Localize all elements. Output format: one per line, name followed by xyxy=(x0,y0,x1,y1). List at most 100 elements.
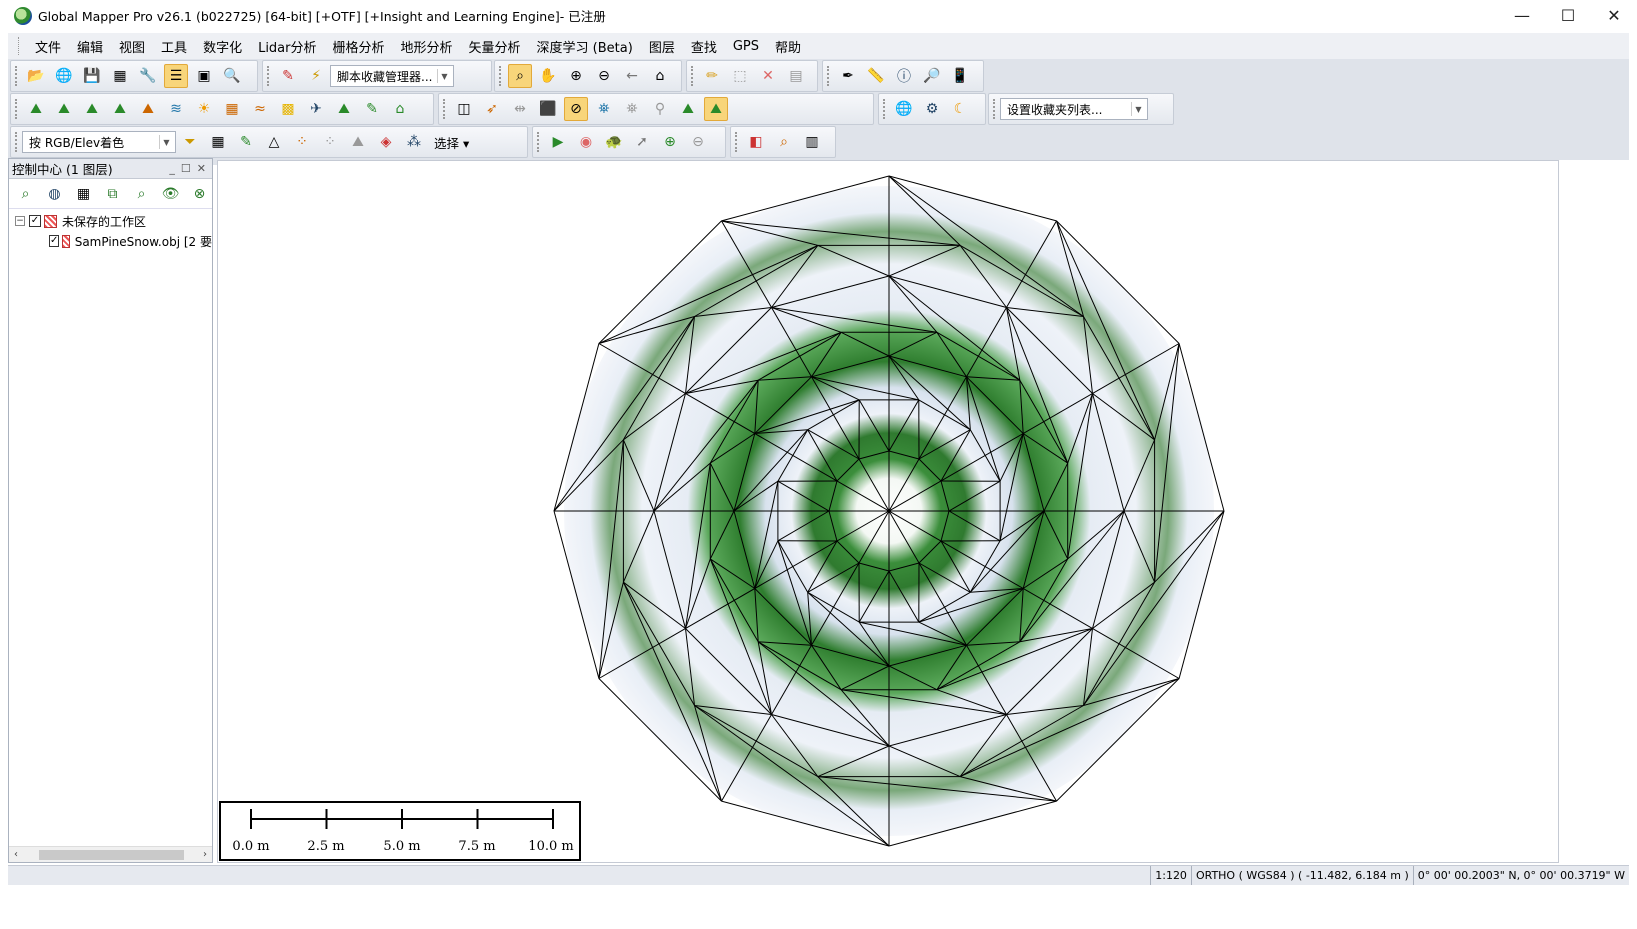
scroll-right-icon[interactable]: › xyxy=(198,849,212,860)
favorites-combo[interactable]: 设置收藏夹列表... ▼ xyxy=(1000,98,1148,120)
menu-file[interactable]: 文件 xyxy=(27,37,69,56)
layer-options-icon[interactable]: ◍ xyxy=(44,183,65,205)
zoom-to-layer-icon[interactable]: ⌕ xyxy=(15,183,36,205)
search-data-icon[interactable]: 🔍 xyxy=(220,64,244,88)
night-icon[interactable]: ☾ xyxy=(948,97,972,121)
minimize-button[interactable]: — xyxy=(1499,0,1545,31)
split-view-icon[interactable]: ◫ xyxy=(452,97,476,121)
map-layout-icon[interactable]: ⊘ xyxy=(564,97,588,121)
sun-icon[interactable]: ☀ xyxy=(192,97,216,121)
close-layer-icon[interactable]: ⊗ xyxy=(189,183,210,205)
grid-pattern-icon[interactable]: ▦ xyxy=(206,130,230,154)
grid-icon[interactable]: ▦ xyxy=(220,97,244,121)
delete-icon[interactable]: ✕ xyxy=(756,64,780,88)
script-run-icon[interactable]: ✎ xyxy=(276,64,300,88)
maximize-button[interactable]: ☐ xyxy=(1545,0,1591,31)
select-dropdown[interactable]: 选择 ▾ xyxy=(428,133,475,152)
remove-point-icon[interactable]: ⊖ xyxy=(686,130,710,154)
panel-minimize-icon[interactable]: _ xyxy=(169,162,175,175)
show-layer-icon[interactable]: 👁 xyxy=(160,183,181,205)
settings-gear-icon[interactable]: ⚙ xyxy=(920,97,944,121)
contour-icon[interactable]: ≋ xyxy=(164,97,188,121)
toolbar-grip[interactable] xyxy=(537,132,540,152)
save-icon[interactable]: 💾 xyxy=(80,64,104,88)
pan-hand-icon[interactable]: ✋ xyxy=(536,64,560,88)
triangle-icon[interactable]: △ xyxy=(262,130,286,154)
map-layout-book-icon[interactable]: ◧ xyxy=(744,130,768,154)
flight-icon[interactable]: ✈ xyxy=(304,97,328,121)
play-icon[interactable]: ▶ xyxy=(546,130,570,154)
3d-view-icon[interactable]: ⬛ xyxy=(536,97,560,121)
fast-forward-icon[interactable]: ➚ xyxy=(630,130,654,154)
menu-view[interactable]: 视图 xyxy=(111,37,153,56)
toolbar-grip[interactable] xyxy=(443,99,446,119)
shader-combo[interactable]: 按 RGB/Elev着色 ▼ xyxy=(22,131,176,153)
building-icon[interactable]: ⌂ xyxy=(388,97,412,121)
tree-row-layer[interactable]: ✓ SamPineSnow.obj [2 要 xyxy=(9,231,212,251)
swipe-icon[interactable]: ⇹ xyxy=(508,97,532,121)
attribute-table-icon[interactable]: ▦ xyxy=(73,183,94,205)
back-arrow-icon[interactable]: ← xyxy=(620,64,644,88)
lidar-class-icon[interactable]: ⛯ xyxy=(620,97,644,121)
terrain-active-icon[interactable]: ⛰ xyxy=(704,97,728,121)
close-button[interactable]: ✕ xyxy=(1591,0,1637,31)
mesh-icon[interactable]: ⛰ xyxy=(346,130,370,154)
menu-digitize[interactable]: 数字化 xyxy=(195,37,250,56)
extract-icon[interactable]: ⛰ xyxy=(676,97,700,121)
wrench-icon[interactable]: 🔧 xyxy=(136,64,160,88)
menu-lidar[interactable]: Lidar分析 xyxy=(250,37,324,56)
toolbar-grip[interactable] xyxy=(499,66,502,86)
watershed-icon[interactable]: ⛰ xyxy=(108,97,132,121)
filter-icon[interactable]: ⏷ xyxy=(178,130,202,154)
terrain-profile-icon[interactable]: ⛰ xyxy=(24,97,48,121)
zoom-tool-icon[interactable]: ⌕ xyxy=(508,64,532,88)
attributes-icon[interactable]: ▤ xyxy=(784,64,808,88)
turtle-icon[interactable]: 🐢 xyxy=(602,130,626,154)
tree-row-workspace[interactable]: − ✓ 未保存的工作区 xyxy=(9,211,212,231)
raster-calc-icon[interactable]: ▩ xyxy=(276,97,300,121)
online-data-icon[interactable]: 🌐 xyxy=(892,97,916,121)
calculator-icon[interactable]: ▥ xyxy=(800,130,824,154)
menu-raster[interactable]: 栅格分析 xyxy=(325,37,393,56)
menu-grip[interactable] xyxy=(18,37,21,55)
view-shed-icon[interactable]: ⛰ xyxy=(52,97,76,121)
pointer-icon[interactable]: ➶ xyxy=(480,97,504,121)
layer-checkbox[interactable]: ✓ xyxy=(49,235,60,247)
toolbar-grip[interactable] xyxy=(883,99,886,119)
panel-maximize-icon[interactable]: ☐ xyxy=(181,162,191,175)
digitizer-icon[interactable]: ✒ xyxy=(836,64,860,88)
panel-close-icon[interactable]: ✕ xyxy=(197,162,206,175)
workspace-icon[interactable]: ▦ xyxy=(108,64,132,88)
network-icon[interactable]: ⁂ xyxy=(402,130,426,154)
pencil-icon[interactable]: ✏ xyxy=(700,64,724,88)
menu-deep-learning[interactable]: 深度学习 (Beta) xyxy=(529,37,641,56)
layer-stack-icon[interactable]: ◈ xyxy=(374,130,398,154)
stop-icon[interactable]: ◉ xyxy=(574,130,598,154)
globe-icon[interactable]: 🌐 xyxy=(52,64,76,88)
map-view[interactable] xyxy=(217,160,1559,863)
map-query-icon[interactable]: ⌕ xyxy=(772,130,796,154)
tree-icon[interactable]: ⚲ xyxy=(648,97,672,121)
lidar-icon[interactable]: ⛯ xyxy=(592,97,616,121)
script-manager-combo[interactable]: 脚本收藏管理器... ▼ xyxy=(330,65,454,87)
paint-terrain-icon[interactable]: ⛰ xyxy=(332,97,356,121)
menu-search[interactable]: 查找 xyxy=(683,37,725,56)
device-icon[interactable]: 📱 xyxy=(948,64,972,88)
home-icon[interactable]: ⌂ xyxy=(648,64,672,88)
script-edit-icon[interactable]: ⚡ xyxy=(304,64,328,88)
toolbar-grip[interactable] xyxy=(691,66,694,86)
point-cloud-icon[interactable]: ⁘ xyxy=(290,130,314,154)
combine-terrain-icon[interactable]: ⛰ xyxy=(136,97,160,121)
cut-fill-icon[interactable]: ⛰ xyxy=(80,97,104,121)
menu-help[interactable]: 帮助 xyxy=(767,37,809,56)
edit-terrain-icon[interactable]: ✎ xyxy=(360,97,384,121)
zoom-in-icon[interactable]: ⊕ xyxy=(564,64,588,88)
menu-edit[interactable]: 编辑 xyxy=(69,37,111,56)
add-point-icon[interactable]: ⊕ xyxy=(658,130,682,154)
menu-gps[interactable]: GPS xyxy=(725,39,767,54)
layer-metadata-icon[interactable]: ⧉ xyxy=(102,183,123,205)
toolbar-grip[interactable] xyxy=(15,99,18,119)
overview-icon[interactable]: ▣ xyxy=(192,64,216,88)
toolbar-grip[interactable] xyxy=(267,66,270,86)
flood-icon[interactable]: ≈ xyxy=(248,97,272,121)
